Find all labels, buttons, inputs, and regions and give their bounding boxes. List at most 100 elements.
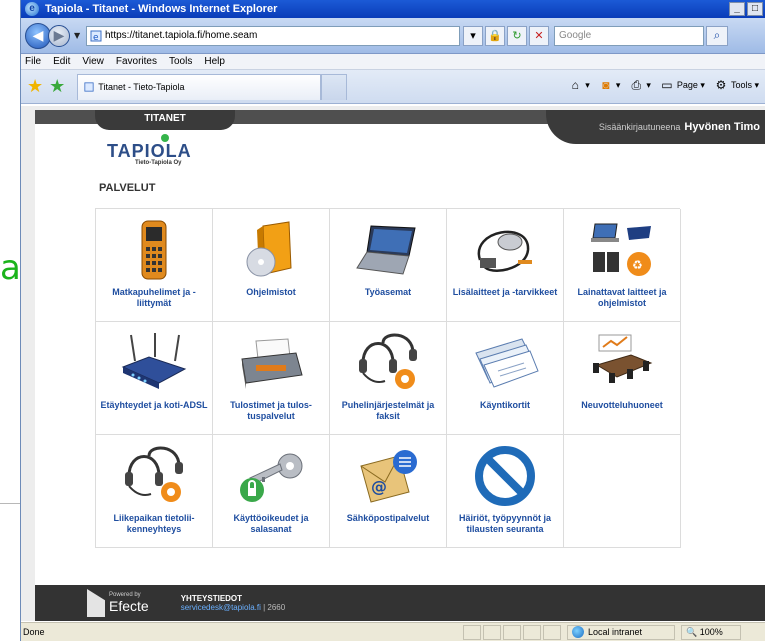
portal-container: TITANET Sisäänkirjautuneena Hyvönen Timo… bbox=[35, 110, 765, 590]
status-segment bbox=[523, 624, 541, 640]
tab-titanet[interactable]: Titanet - Tieto-Tapiola bbox=[77, 73, 322, 100]
laptop-icon bbox=[352, 219, 424, 281]
business-cards-icon bbox=[469, 332, 541, 394]
window-title: Tapiola - Titanet - Windows Internet Exp… bbox=[45, 3, 278, 15]
menu-file[interactable]: File bbox=[25, 56, 41, 67]
contact-info: YHTEYSTIEDOT servicedesk@tapiola.fi | 26… bbox=[181, 594, 286, 612]
service-label: Matkapuhelimet ja -liittymät bbox=[112, 287, 196, 308]
service-label: Työasemat bbox=[364, 287, 412, 297]
new-tab-button[interactable] bbox=[321, 73, 348, 100]
service-label: Käyttöoikeudet ja salasanat bbox=[233, 513, 309, 534]
zoom-icon: 🔍 bbox=[686, 626, 700, 637]
page-menu[interactable]: ▭ Page ▾ bbox=[659, 77, 705, 93]
svg-text:@: @ bbox=[371, 477, 387, 496]
refresh-icon[interactable]: ↻ bbox=[507, 25, 527, 46]
section-title: PALVELUT bbox=[99, 182, 156, 194]
url-dropdown-icon[interactable]: ▾ bbox=[463, 25, 483, 46]
logged-in-label: Sisäänkirjautuneena bbox=[598, 122, 681, 132]
search-icon[interactable]: ⌕ bbox=[706, 25, 728, 46]
search-input[interactable]: Google bbox=[554, 25, 704, 46]
meeting-room-icon bbox=[586, 332, 658, 394]
url-text: https://titanet.tapiola.fi/home.seam bbox=[105, 30, 258, 41]
service-access-rights[interactable]: Käyttöoikeudet ja salasanat bbox=[213, 435, 330, 548]
service-workstations[interactable]: Työasemat bbox=[330, 209, 447, 322]
service-loan-devices[interactable]: ♻ Lainattavat laitteet ja ohjelmistot bbox=[564, 209, 681, 322]
powered-by-efecte[interactable]: Powered by Efecte bbox=[87, 589, 149, 617]
gear-icon: ⚙ bbox=[715, 78, 727, 92]
brand-tab[interactable]: TITANET bbox=[95, 110, 235, 130]
history-dropdown-icon[interactable]: ▼ bbox=[74, 31, 82, 40]
logo-word: TAPIOLA bbox=[107, 141, 192, 161]
maximize-button[interactable]: □ bbox=[747, 2, 763, 16]
security-zone[interactable]: Local intranet bbox=[567, 624, 675, 640]
page-menu-icon: ▭ bbox=[661, 78, 673, 92]
stop-icon[interactable]: ✕ bbox=[529, 25, 549, 46]
service-label: Lainattavat laitteet ja ohjelmistot bbox=[577, 287, 667, 308]
service-meeting-rooms[interactable]: Neuvotteluhuoneet bbox=[564, 322, 681, 435]
status-segment bbox=[503, 624, 521, 640]
service-label: Puhelinjärjestelmät ja faksit bbox=[341, 400, 435, 421]
contact-email-link[interactable]: servicedesk@tapiola.fi bbox=[181, 603, 261, 612]
menu-favorites[interactable]: Favorites bbox=[116, 56, 157, 67]
contact-heading: YHTEYSTIEDOT bbox=[180, 594, 243, 603]
service-label: Neuvotteluhuoneet bbox=[581, 400, 663, 410]
headset-icon bbox=[118, 445, 190, 507]
tab-page-icon bbox=[84, 82, 94, 92]
minimize-button[interactable]: _ bbox=[729, 2, 745, 16]
service-mobile-phones[interactable]: Matkapuhelimet ja -liittymät bbox=[96, 209, 213, 322]
tab-bar: ★ ★ Titanet - Tieto-Tapiola ⌂ ▾ ◙ ▾ ⎙ ▾ ▭ Pa… bbox=[21, 70, 765, 104]
status-segment bbox=[543, 624, 561, 640]
feeds-button[interactable]: ◙ ▾ bbox=[598, 77, 620, 93]
service-label: Liikepaikan tietolii-kenneyhteys bbox=[113, 513, 195, 534]
zoom-level[interactable]: 🔍 100% bbox=[681, 624, 741, 640]
address-tools: ▾ 🔒 ↻ ✕ bbox=[463, 25, 551, 46]
service-accessories[interactable]: Lisälaitteet ja -tarvikkeet bbox=[447, 209, 564, 322]
tapiola-logo[interactable]: TAPIOLA Tieto-Tapiola Oy bbox=[107, 134, 217, 166]
router-icon bbox=[118, 332, 190, 394]
logo-subtitle: Tieto-Tapiola Oy bbox=[135, 160, 182, 166]
svg-text:e: e bbox=[93, 33, 99, 42]
service-printers[interactable]: Tulostimet ja tulos-tuspalvelut bbox=[213, 322, 330, 435]
service-site-connection[interactable]: Liikepaikan tietolii-kenneyhteys bbox=[96, 435, 213, 548]
page-icon: e bbox=[90, 30, 102, 42]
background-window: a bbox=[0, 0, 21, 641]
service-remote-access[interactable]: Etäyhteydet ja koti-ADSL bbox=[96, 322, 213, 435]
status-segment bbox=[483, 624, 501, 640]
menu-help[interactable]: Help bbox=[204, 56, 225, 67]
portal-header: TITANET Sisäänkirjautuneena Hyvönen Timo… bbox=[35, 110, 765, 174]
service-phone-systems[interactable]: Puhelinjärjestelmät ja faksit bbox=[330, 322, 447, 435]
service-software[interactable]: Ohjelmistot bbox=[213, 209, 330, 322]
url-field[interactable]: e https://titanet.tapiola.fi/home.seam bbox=[86, 25, 460, 46]
ie-logo-icon: e bbox=[25, 2, 39, 16]
key-lock-icon bbox=[235, 445, 307, 507]
user-name[interactable]: Hyvönen Timo bbox=[684, 121, 760, 133]
add-favorite-icon[interactable]: ★ bbox=[49, 76, 65, 97]
service-incidents[interactable]: Häiriöt, työpyynnöt ja tilausten seurant… bbox=[447, 435, 564, 548]
portal-footer: Powered by Efecte YHTEYSTIEDOT servicede… bbox=[35, 585, 765, 621]
tools-menu-label: Tools bbox=[730, 80, 752, 90]
efecte-logo-icon bbox=[87, 589, 105, 617]
service-email[interactable]: @ Sähköpostipalvelut bbox=[330, 435, 447, 548]
status-segment bbox=[463, 624, 481, 640]
menu-view[interactable]: View bbox=[82, 56, 104, 67]
menu-tools[interactable]: Tools bbox=[169, 56, 192, 67]
rss-icon: ◙ bbox=[602, 78, 610, 92]
services-grid: Matkapuhelimet ja -liittymät Ohjelmistot… bbox=[95, 208, 681, 548]
tools-menu[interactable]: ⚙ Tools ▾ bbox=[713, 77, 759, 93]
service-business-cards[interactable]: Käyntikortit bbox=[447, 322, 564, 435]
no-sign-icon bbox=[469, 445, 541, 507]
lock-icon[interactable]: 🔒 bbox=[485, 25, 505, 46]
forward-button[interactable]: ▶ bbox=[48, 24, 70, 47]
browser-window: e Tapiola - Titanet - Windows Internet E… bbox=[20, 0, 765, 641]
window-controls: _ □ bbox=[729, 2, 765, 16]
software-box-icon bbox=[235, 219, 307, 281]
home-icon: ⌂ bbox=[571, 78, 579, 92]
zoom-label: 100% bbox=[699, 627, 723, 637]
home-button[interactable]: ⌂ ▾ bbox=[567, 77, 590, 93]
favorites-star-icon[interactable]: ★ bbox=[27, 76, 43, 97]
menu-bar: File Edit View Favorites Tools Help bbox=[21, 54, 765, 70]
status-bar: Done Local intranet 🔍 100% bbox=[21, 622, 765, 641]
loan-devices-icon: ♻ bbox=[586, 219, 658, 281]
menu-edit[interactable]: Edit bbox=[53, 56, 70, 67]
print-button[interactable]: ⎙ ▾ bbox=[628, 77, 651, 93]
